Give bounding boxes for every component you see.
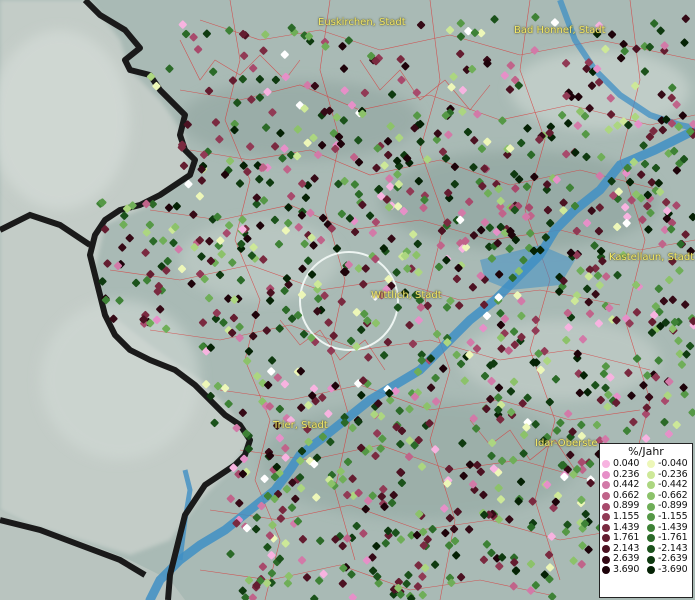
- legend-swatch: [647, 566, 655, 575]
- legend-swatch: [647, 534, 655, 543]
- legend-swatch: [602, 502, 610, 511]
- legend-swatch: [647, 481, 655, 490]
- legend-value: 1.155: [613, 510, 640, 522]
- legend-swatch: [647, 555, 655, 564]
- legend-value: 3.690: [613, 563, 640, 575]
- legend-swatch: [647, 513, 655, 522]
- place-label-kastellaun: Kastellaun, Stadt: [609, 252, 695, 263]
- legend-item-negative: -3.690: [647, 563, 690, 576]
- legend-swatch: [602, 555, 610, 564]
- place-label-euskirchen: Euskirchen, Stadt: [318, 17, 406, 28]
- legend-swatch: [647, 545, 655, 554]
- legend-item-positive: 0.040: [602, 458, 645, 470]
- legend-swatch: [602, 460, 610, 469]
- legend-swatch: [647, 502, 655, 511]
- legend-swatch: [602, 481, 610, 490]
- legend-swatch: [647, 470, 655, 479]
- legend-swatch: [602, 545, 610, 554]
- place-label-wittlich: Wittlich, Stadt: [371, 290, 442, 301]
- legend-swatch: [602, 566, 610, 575]
- place-label-idar-oberstein: Idar-Oberste: [535, 438, 598, 449]
- legend-swatch: [647, 492, 655, 501]
- legend-title: %/Jahr: [628, 445, 664, 458]
- legend-value: -1.155: [658, 510, 688, 522]
- legend-item-negative: -0.040: [647, 458, 690, 470]
- legend-grid: 0.040 -0.040 0.236 -0.236 0.442 -0.442 0.662 -0…: [600, 458, 692, 576]
- legend-value: -3.690: [658, 563, 688, 575]
- legend-value: -0.040: [658, 458, 688, 469]
- legend-value: 0.040: [613, 458, 640, 469]
- legend-swatch: [602, 470, 610, 479]
- legend-item-negative: -1.155: [647, 510, 690, 523]
- legend-swatch: [602, 492, 610, 501]
- legend-panel: %/Jahr 0.040 -0.040 0.236 -0.236 0.442 -0.442…: [599, 443, 693, 598]
- map-canvas[interactable]: [0, 0, 695, 600]
- legend-swatch: [602, 513, 610, 522]
- place-label-bad-honnef: Bad Honnef, Stadt: [514, 25, 606, 36]
- legend-swatch: [602, 534, 610, 543]
- legend-swatch: [602, 523, 610, 532]
- legend-item-positive: 1.155: [602, 510, 645, 523]
- place-label-trier: Trier, Stadt: [273, 420, 328, 431]
- legend-item-positive: 3.690: [602, 563, 645, 576]
- legend-swatch: [647, 523, 655, 532]
- legend-swatch: [647, 460, 655, 469]
